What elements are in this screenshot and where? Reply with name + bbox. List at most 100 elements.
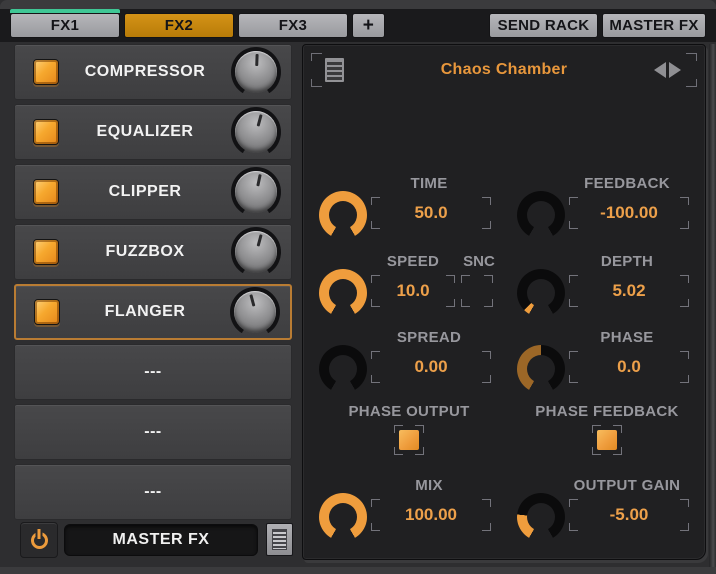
speed-knob[interactable] — [319, 269, 367, 317]
sync-checkbox[interactable] — [461, 275, 493, 307]
knob-pointer — [248, 294, 255, 307]
param-label: PHASE — [600, 329, 654, 346]
phase-value[interactable]: 0.0 — [569, 351, 689, 383]
spread-value[interactable]: 0.00 — [371, 351, 491, 383]
next-preset-icon[interactable] — [669, 62, 681, 78]
param-row-5: MIX 100.00 OUTPUT GAIN -5.00 — [303, 475, 707, 551]
feedback-knob[interactable] — [517, 191, 565, 239]
mix-knob[interactable] — [319, 493, 367, 541]
param-phase: PHASE 0.0 — [507, 327, 707, 403]
depth-knob[interactable] — [517, 269, 565, 317]
phase-feedback-checkbox[interactable] — [592, 425, 622, 455]
time-knob[interactable] — [319, 191, 367, 239]
fx-slot-clipper[interactable]: CLIPPER — [14, 164, 292, 220]
header-left-bracket — [311, 53, 322, 87]
param-time: TIME 50.0 — [309, 173, 509, 249]
knob-pointer — [254, 53, 259, 67]
fx-slot-label: FUZZBOX — [105, 243, 185, 260]
speed-value[interactable]: 10.0 — [371, 275, 455, 307]
knob-cap — [235, 171, 277, 213]
tab-fx1[interactable]: FX1 — [10, 13, 120, 38]
mix-value[interactable]: 100.00 — [371, 499, 491, 531]
fx-enable-toggle[interactable] — [33, 239, 59, 265]
checkbox-check — [399, 430, 419, 450]
knob-pointer — [256, 114, 263, 127]
phase-knob[interactable] — [517, 345, 565, 393]
param-label: MIX — [415, 477, 443, 494]
rack-routing-display[interactable]: MASTER FX — [64, 524, 258, 556]
fx-slot-empty-2[interactable]: --- — [14, 404, 292, 460]
param-label: FEEDBACK — [584, 175, 670, 192]
fx-slot-equalizer[interactable]: EQUALIZER — [14, 104, 292, 160]
add-fx-tab-button[interactable]: + — [352, 13, 385, 38]
fx-slot-label: EQUALIZER — [96, 123, 194, 140]
fx-amount-knob[interactable] — [231, 107, 281, 157]
fx-slot-flanger-selected[interactable]: FLANGER — [14, 284, 292, 340]
panel-header: Chaos Chamber — [309, 51, 699, 89]
rack-list-button[interactable] — [266, 523, 293, 556]
prev-preset-icon[interactable] — [654, 62, 666, 78]
fx-slot-label: --- — [144, 423, 162, 440]
param-row-1: TIME 50.0 FEEDBACK -100.00 — [303, 173, 707, 249]
param-depth: DEPTH 5.02 — [507, 251, 707, 327]
output-gain-value[interactable]: -5.00 — [569, 499, 689, 531]
rack-power-button[interactable] — [20, 522, 58, 558]
param-label: PHASE FEEDBACK — [535, 403, 679, 420]
depth-value[interactable]: 5.02 — [569, 275, 689, 307]
knob-pointer — [256, 234, 263, 247]
fx-slot-label: COMPRESSOR — [84, 63, 206, 80]
param-row-3: SPREAD 0.00 PHASE 0.0 — [303, 327, 707, 403]
fx-slot-empty-1[interactable]: --- — [14, 344, 292, 400]
fx-slot-label: CLIPPER — [108, 183, 182, 200]
fx-enable-toggle[interactable] — [33, 119, 59, 145]
fx-slot-label: FLANGER — [104, 303, 186, 320]
param-label: TIME — [410, 175, 448, 192]
master-fx-button[interactable]: MASTER FX — [602, 13, 706, 38]
fx-rack-window: FX1 FX2 FX3 + SEND RACK MASTER FX COMPRE… — [0, 0, 716, 574]
param-feedback: FEEDBACK -100.00 — [507, 173, 707, 249]
output-gain-knob[interactable] — [517, 493, 565, 541]
param-label: SPREAD — [396, 329, 462, 346]
param-phase-feedback: PHASE FEEDBACK — [507, 401, 707, 477]
param-label: SPEED — [386, 253, 440, 270]
knob-cap — [234, 291, 276, 333]
fx-amount-knob[interactable] — [230, 287, 280, 337]
list-icon — [272, 529, 287, 550]
time-value[interactable]: 50.0 — [371, 197, 491, 229]
preset-list-icon[interactable] — [325, 58, 344, 82]
knob-cap — [235, 231, 277, 273]
window-right-edge — [709, 44, 716, 574]
fx-amount-knob[interactable] — [231, 167, 281, 217]
param-label: DEPTH — [600, 253, 654, 270]
tab-fx2[interactable]: FX2 — [124, 13, 234, 38]
fx-enable-toggle[interactable] — [34, 299, 60, 325]
power-icon — [30, 531, 48, 549]
fx-amount-knob[interactable] — [231, 227, 281, 277]
param-phase-output: PHASE OUTPUT — [309, 401, 509, 477]
header-right-bracket — [686, 53, 697, 87]
fx-edit-panel: Chaos Chamber TIME 50.0 FEEDBACK -100.00 — [302, 44, 706, 560]
tab-fx3[interactable]: FX3 — [238, 13, 348, 38]
phase-output-checkbox[interactable] — [394, 425, 424, 455]
param-spread: SPREAD 0.00 — [309, 327, 509, 403]
param-label: PHASE OUTPUT — [348, 403, 470, 420]
knob-cap — [235, 111, 277, 153]
fx-slot-compressor[interactable]: COMPRESSOR — [14, 44, 292, 100]
fx-slot-empty-3[interactable]: --- — [14, 464, 292, 520]
feedback-value[interactable]: -100.00 — [569, 197, 689, 229]
sync-label: SNC — [463, 253, 495, 270]
send-rack-button[interactable]: SEND RACK — [489, 13, 598, 38]
preset-title[interactable]: Chaos Chamber — [369, 51, 639, 89]
fx-enable-toggle[interactable] — [33, 179, 59, 205]
param-row-2: SPEED SNC 10.0 DEPTH 5.02 — [303, 251, 707, 327]
fx-slot-fuzzbox[interactable]: FUZZBOX — [14, 224, 292, 280]
window-bottom-edge — [0, 567, 716, 574]
param-mix: MIX 100.00 — [309, 475, 509, 551]
fx-slot-label: --- — [144, 483, 162, 500]
checkbox-check — [597, 430, 617, 450]
window-top-edge — [0, 0, 716, 9]
fx-amount-knob[interactable] — [231, 47, 281, 97]
param-speed: SPEED SNC 10.0 — [309, 251, 509, 327]
spread-knob[interactable] — [319, 345, 367, 393]
fx-enable-toggle[interactable] — [33, 59, 59, 85]
